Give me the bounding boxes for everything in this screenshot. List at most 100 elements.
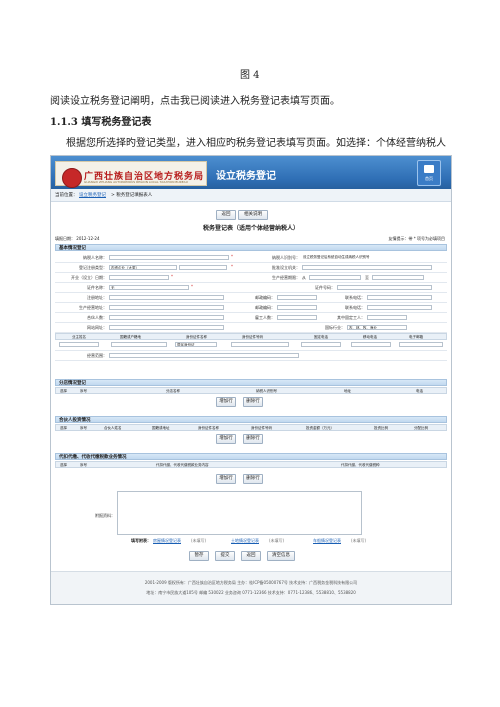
section-heading: 1.1.3 填写税务登记表 [50,117,152,128]
taxpayer-id-label: 纳税人识别号： [272,255,300,260]
withhold-delete-row-button[interactable]: 删除行 [243,474,263,484]
copyright-line-1: 2001-2009 版权所有：广西壮族自治区地方税务局 主办：桂ICP备0500… [144,580,358,585]
partner-add-row-button[interactable]: 增加行 [216,434,236,444]
cert-no-label: 证件号码： [315,285,335,290]
column-header: 地址 [344,389,351,393]
employees-input[interactable] [277,315,317,320]
vehicle-form-status: (未填写) [351,538,367,543]
biz-addr-input[interactable] [109,305,224,310]
form-title: 税务登记表（适用个体经营纳税人） [202,225,299,232]
postcode-label: 邮政编码： [255,295,275,300]
partner-table-header: 选择 序号 合伙人姓名 国籍或地址 身份证件名称 身份证件号码 投资金额（万元）… [55,424,447,431]
approval-org-input[interactable] [302,265,432,270]
save-draft-button[interactable]: 暂存 [189,551,209,561]
back-button[interactable]: 返回 [216,210,236,220]
reg-type-label: 登记注册类型： [79,265,107,270]
house-form-link[interactable]: 房屋情况登记表 [153,538,181,544]
fixed-workers-input[interactable] [367,315,407,320]
prod-period-label: 生产经营期限： [272,275,300,280]
column-header: 选择 [60,426,67,430]
back-button-bottom[interactable]: 返回 [241,551,261,561]
id-type-select[interactable]: 居民身份证 [175,342,217,347]
required-mark: * [171,274,173,279]
withhold-table-header: 选择 序号 代扣代缴、代收代缴税款业务内容 代扣代缴、代收代缴税种 [55,461,447,468]
breadcrumb-link[interactable]: 设立税务登记 [79,192,106,198]
column-header: 电话 [416,389,423,393]
phone-input[interactable] [367,295,432,300]
website-label: 网站网址： [87,325,107,330]
branch-delete-row-button[interactable]: 删除行 [243,397,263,407]
landline-input[interactable] [301,342,341,347]
column-header: 纳税人识别号 [256,389,277,393]
scope-input[interactable] [109,353,299,358]
phone2-input[interactable] [367,305,432,310]
column-header: 选择 [60,389,67,393]
industry-select[interactable]: 农、林、牧、渔业 [347,325,407,330]
reg-subtype-select[interactable] [179,265,227,270]
cert-no-input[interactable] [337,285,432,290]
required-mark: * [231,264,233,269]
help-button[interactable]: 相关说明 [238,210,268,220]
employees-label: 雇工人数： [255,315,275,320]
clear-button[interactable]: 清空信息 [267,551,295,561]
withhold-add-row-button[interactable]: 增加行 [216,474,236,484]
section-partner-header: 合伙人投资情况 [55,416,447,423]
column-header: 序号 [80,463,87,467]
nationality-input[interactable] [111,342,167,347]
phone2-label: 联系电话： [345,305,365,310]
logo-subtitle: GUANGXI ZHUANG AUTONOMOUS REGION LOCAL T… [84,180,188,184]
vehicle-form-link[interactable]: 车船情况登记表 [313,538,341,544]
section-withhold-header: 代扣代缴、代收代缴税款业务情况 [55,453,447,460]
owner-name-input[interactable] [59,342,99,347]
column-header: 选择 [60,463,67,467]
column-header: 合伙人姓名 [104,426,122,430]
links-prefix: 填写附表： [131,538,151,543]
taxpayer-name-input[interactable] [109,255,229,260]
home-label: 首页 [425,176,433,181]
column-header: 代扣代缴、代收代缴税款业务内容 [156,463,209,467]
copyright-footer: 2001-2009 版权所有：广西壮族自治区地方税务局 主办：桂ICP备0500… [51,571,451,604]
open-date-label: 开业（设立）日期： [71,275,107,280]
breadcrumb-prefix: 当前位置： [55,193,78,198]
site-banner: 广西壮族自治区地方税务局 GUANGXI ZHUANG AUTONOMOUS R… [51,156,451,189]
taxpayer-id-value: 设立税务登记后系统自动生成纳税人识别号 [302,255,440,260]
prod-to-input[interactable] [372,275,424,280]
email-input[interactable] [399,342,443,347]
form-row: 经营范围： [55,350,447,361]
copyright-line-2: 地址：南宁市民族大道105号 邮编 530022 业务咨询 0771-12366… [146,590,356,595]
banner-title: 设立税务登记 [216,171,276,182]
cert-name-select[interactable]: 无 [109,285,189,290]
partners-input[interactable] [109,315,224,320]
column-header: 分店名称 [166,389,180,393]
postcode-input[interactable] [277,295,317,300]
home-button[interactable]: 首页 [417,160,441,186]
attachment-textarea[interactable] [117,491,362,535]
mobile-input[interactable] [351,342,391,347]
breadcrumb-current: > 税务登记填报表人 [111,193,153,198]
cert-name-label: 证件名称： [87,285,107,290]
fixed-workers-label: 其中固定工人： [337,315,365,320]
section-branch-header: 分店情况登记 [55,379,447,386]
home-icon [424,165,434,173]
reg-addr-label: 注册地址： [87,295,107,300]
attachment-label: 附报资料： [95,513,115,518]
partner-delete-row-button[interactable]: 删除行 [243,434,263,444]
postcode2-label: 邮政编码： [255,305,275,310]
house-form-status: (未填写) [191,538,207,543]
biz-addr-label: 生产经营地址： [79,305,107,310]
prod-from-input[interactable] [309,275,361,280]
submit-button[interactable]: 提交 [215,551,235,561]
section-basic-header: 基本情况登记 [55,244,447,251]
id-number-input[interactable] [231,342,289,347]
branch-add-row-button[interactable]: 增加行 [216,397,236,407]
owner-table-header: 业主姓名 国籍或户籍地 身份证件名称 身份证件号码 固定电话 移动电话 电子邮箱 [55,333,447,340]
reg-type-select[interactable]: 内资企业（大类） [109,265,177,270]
land-form-link[interactable]: 土地情况登记表 [231,538,259,544]
reg-addr-input[interactable] [109,295,224,300]
postcode2-input[interactable] [277,305,317,310]
prod-from-label: 从 [302,275,306,280]
column-header: 代扣代缴、代收代缴税种 [341,463,380,467]
column-header: 分配比例 [414,426,428,430]
website-input[interactable] [109,325,224,330]
open-date-input[interactable] [109,275,169,280]
